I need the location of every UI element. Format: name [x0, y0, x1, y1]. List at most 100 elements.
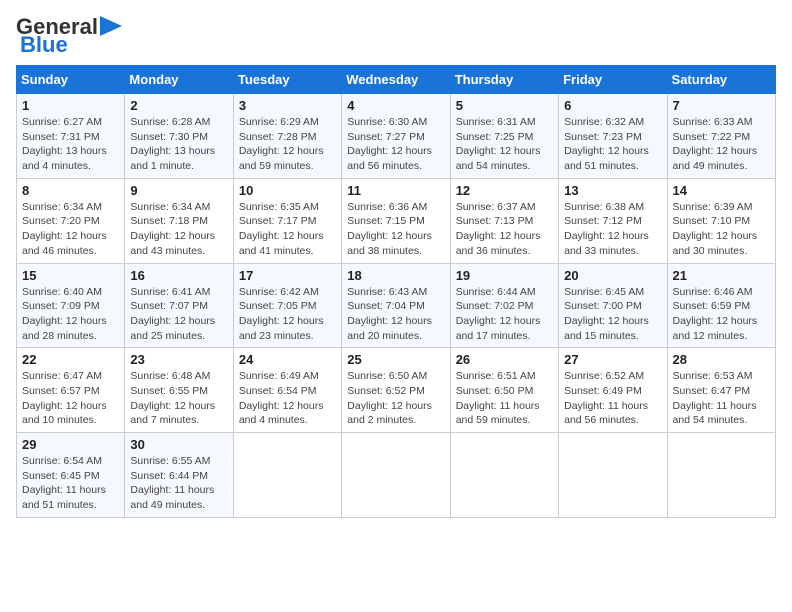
logo: General Blue [16, 16, 122, 57]
day-info: Sunrise: 6:54 AMSunset: 6:45 PMDaylight:… [22, 455, 106, 511]
calendar-cell [667, 433, 775, 518]
day-info: Sunrise: 6:27 AMSunset: 7:31 PMDaylight:… [22, 116, 107, 172]
day-info: Sunrise: 6:41 AMSunset: 7:07 PMDaylight:… [130, 286, 215, 342]
day-number: 15 [22, 268, 119, 283]
day-info: Sunrise: 6:32 AMSunset: 7:23 PMDaylight:… [564, 116, 649, 172]
calendar-cell [450, 433, 558, 518]
day-info: Sunrise: 6:44 AMSunset: 7:02 PMDaylight:… [456, 286, 541, 342]
day-number: 18 [347, 268, 444, 283]
day-info: Sunrise: 6:48 AMSunset: 6:55 PMDaylight:… [130, 370, 215, 426]
calendar-cell: 27 Sunrise: 6:52 AMSunset: 6:49 PMDaylig… [559, 348, 667, 433]
calendar-cell: 16 Sunrise: 6:41 AMSunset: 7:07 PMDaylig… [125, 263, 233, 348]
calendar-cell: 20 Sunrise: 6:45 AMSunset: 7:00 PMDaylig… [559, 263, 667, 348]
calendar-cell: 7 Sunrise: 6:33 AMSunset: 7:22 PMDayligh… [667, 94, 775, 179]
calendar-cell [559, 433, 667, 518]
logo-arrow-icon [100, 16, 122, 36]
day-number: 16 [130, 268, 227, 283]
day-number: 17 [239, 268, 336, 283]
calendar-week-3: 15 Sunrise: 6:40 AMSunset: 7:09 PMDaylig… [17, 263, 776, 348]
day-number: 23 [130, 352, 227, 367]
calendar-cell: 26 Sunrise: 6:51 AMSunset: 6:50 PMDaylig… [450, 348, 558, 433]
day-number: 5 [456, 98, 553, 113]
header: General Blue [16, 16, 776, 57]
day-number: 7 [673, 98, 770, 113]
day-info: Sunrise: 6:35 AMSunset: 7:17 PMDaylight:… [239, 201, 324, 257]
day-info: Sunrise: 6:28 AMSunset: 7:30 PMDaylight:… [130, 116, 215, 172]
calendar-cell: 11 Sunrise: 6:36 AMSunset: 7:15 PMDaylig… [342, 178, 450, 263]
day-info: Sunrise: 6:39 AMSunset: 7:10 PMDaylight:… [673, 201, 758, 257]
day-number: 29 [22, 437, 119, 452]
day-number: 19 [456, 268, 553, 283]
calendar-cell: 28 Sunrise: 6:53 AMSunset: 6:47 PMDaylig… [667, 348, 775, 433]
day-number: 3 [239, 98, 336, 113]
day-header-thursday: Thursday [450, 66, 558, 94]
calendar-cell: 17 Sunrise: 6:42 AMSunset: 7:05 PMDaylig… [233, 263, 341, 348]
day-info: Sunrise: 6:49 AMSunset: 6:54 PMDaylight:… [239, 370, 324, 426]
calendar-cell: 1 Sunrise: 6:27 AMSunset: 7:31 PMDayligh… [17, 94, 125, 179]
calendar-cell: 4 Sunrise: 6:30 AMSunset: 7:27 PMDayligh… [342, 94, 450, 179]
day-number: 24 [239, 352, 336, 367]
day-header-friday: Friday [559, 66, 667, 94]
calendar-cell: 30 Sunrise: 6:55 AMSunset: 6:44 PMDaylig… [125, 433, 233, 518]
day-number: 26 [456, 352, 553, 367]
day-info: Sunrise: 6:40 AMSunset: 7:09 PMDaylight:… [22, 286, 107, 342]
calendar-cell: 29 Sunrise: 6:54 AMSunset: 6:45 PMDaylig… [17, 433, 125, 518]
day-number: 11 [347, 183, 444, 198]
day-number: 25 [347, 352, 444, 367]
calendar-header-row: SundayMondayTuesdayWednesdayThursdayFrid… [17, 66, 776, 94]
calendar-cell: 6 Sunrise: 6:32 AMSunset: 7:23 PMDayligh… [559, 94, 667, 179]
day-number: 1 [22, 98, 119, 113]
calendar-week-1: 1 Sunrise: 6:27 AMSunset: 7:31 PMDayligh… [17, 94, 776, 179]
day-info: Sunrise: 6:42 AMSunset: 7:05 PMDaylight:… [239, 286, 324, 342]
day-info: Sunrise: 6:30 AMSunset: 7:27 PMDaylight:… [347, 116, 432, 172]
day-number: 8 [22, 183, 119, 198]
calendar-cell: 13 Sunrise: 6:38 AMSunset: 7:12 PMDaylig… [559, 178, 667, 263]
day-number: 22 [22, 352, 119, 367]
day-info: Sunrise: 6:51 AMSunset: 6:50 PMDaylight:… [456, 370, 540, 426]
calendar-cell: 10 Sunrise: 6:35 AMSunset: 7:17 PMDaylig… [233, 178, 341, 263]
logo-blue-text: Blue [20, 32, 68, 57]
day-number: 14 [673, 183, 770, 198]
calendar-cell: 12 Sunrise: 6:37 AMSunset: 7:13 PMDaylig… [450, 178, 558, 263]
calendar-week-5: 29 Sunrise: 6:54 AMSunset: 6:45 PMDaylig… [17, 433, 776, 518]
calendar-table: SundayMondayTuesdayWednesdayThursdayFrid… [16, 65, 776, 518]
calendar-cell: 18 Sunrise: 6:43 AMSunset: 7:04 PMDaylig… [342, 263, 450, 348]
day-number: 28 [673, 352, 770, 367]
day-info: Sunrise: 6:53 AMSunset: 6:47 PMDaylight:… [673, 370, 757, 426]
day-info: Sunrise: 6:29 AMSunset: 7:28 PMDaylight:… [239, 116, 324, 172]
day-number: 12 [456, 183, 553, 198]
day-info: Sunrise: 6:55 AMSunset: 6:44 PMDaylight:… [130, 455, 214, 511]
day-header-saturday: Saturday [667, 66, 775, 94]
day-info: Sunrise: 6:36 AMSunset: 7:15 PMDaylight:… [347, 201, 432, 257]
day-number: 20 [564, 268, 661, 283]
calendar-cell: 19 Sunrise: 6:44 AMSunset: 7:02 PMDaylig… [450, 263, 558, 348]
day-info: Sunrise: 6:38 AMSunset: 7:12 PMDaylight:… [564, 201, 649, 257]
day-header-sunday: Sunday [17, 66, 125, 94]
calendar-cell: 21 Sunrise: 6:46 AMSunset: 6:59 PMDaylig… [667, 263, 775, 348]
calendar-body: 1 Sunrise: 6:27 AMSunset: 7:31 PMDayligh… [17, 94, 776, 518]
day-info: Sunrise: 6:47 AMSunset: 6:57 PMDaylight:… [22, 370, 107, 426]
day-number: 4 [347, 98, 444, 113]
calendar-cell: 14 Sunrise: 6:39 AMSunset: 7:10 PMDaylig… [667, 178, 775, 263]
calendar-week-4: 22 Sunrise: 6:47 AMSunset: 6:57 PMDaylig… [17, 348, 776, 433]
day-info: Sunrise: 6:34 AMSunset: 7:18 PMDaylight:… [130, 201, 215, 257]
calendar-cell: 22 Sunrise: 6:47 AMSunset: 6:57 PMDaylig… [17, 348, 125, 433]
day-info: Sunrise: 6:45 AMSunset: 7:00 PMDaylight:… [564, 286, 649, 342]
day-header-monday: Monday [125, 66, 233, 94]
day-info: Sunrise: 6:46 AMSunset: 6:59 PMDaylight:… [673, 286, 758, 342]
day-header-wednesday: Wednesday [342, 66, 450, 94]
day-header-tuesday: Tuesday [233, 66, 341, 94]
day-number: 27 [564, 352, 661, 367]
day-info: Sunrise: 6:33 AMSunset: 7:22 PMDaylight:… [673, 116, 758, 172]
calendar-cell: 24 Sunrise: 6:49 AMSunset: 6:54 PMDaylig… [233, 348, 341, 433]
calendar-cell: 5 Sunrise: 6:31 AMSunset: 7:25 PMDayligh… [450, 94, 558, 179]
day-number: 21 [673, 268, 770, 283]
day-number: 13 [564, 183, 661, 198]
calendar-cell: 2 Sunrise: 6:28 AMSunset: 7:30 PMDayligh… [125, 94, 233, 179]
day-number: 10 [239, 183, 336, 198]
calendar-cell: 3 Sunrise: 6:29 AMSunset: 7:28 PMDayligh… [233, 94, 341, 179]
day-number: 9 [130, 183, 227, 198]
calendar-cell: 9 Sunrise: 6:34 AMSunset: 7:18 PMDayligh… [125, 178, 233, 263]
day-info: Sunrise: 6:43 AMSunset: 7:04 PMDaylight:… [347, 286, 432, 342]
calendar-cell: 25 Sunrise: 6:50 AMSunset: 6:52 PMDaylig… [342, 348, 450, 433]
